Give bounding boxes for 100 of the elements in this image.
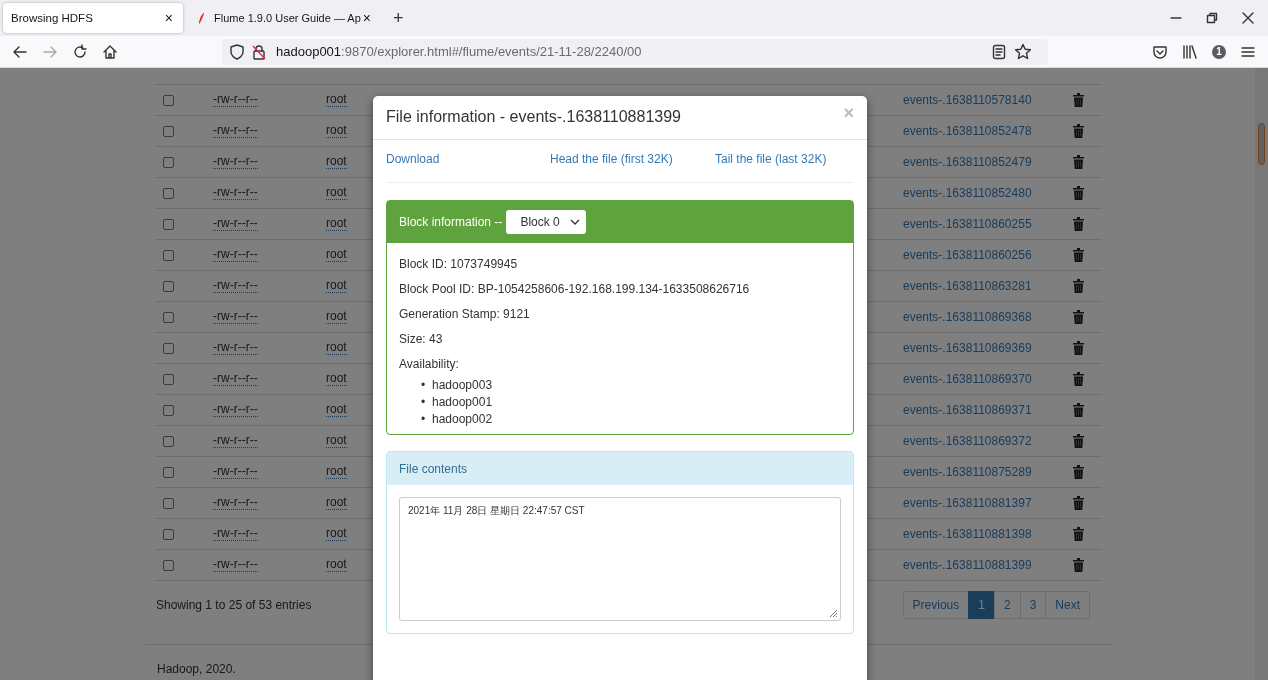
permission-text: -rw-r--r-- [213, 248, 258, 262]
scrollbar[interactable] [1255, 68, 1268, 680]
row-checkbox[interactable] [163, 94, 174, 106]
row-checkbox[interactable] [163, 218, 174, 230]
browser-tab[interactable]: Browsing HDFS × [3, 3, 183, 33]
file-name-link[interactable]: events-.1638110852479 [903, 155, 1032, 169]
trash-icon[interactable] [1073, 217, 1084, 231]
permission-text: -rw-r--r-- [213, 341, 258, 355]
owner-text: root [326, 155, 347, 169]
file-name-link[interactable]: events-.1638110852478 [903, 124, 1032, 138]
reload-icon[interactable] [72, 43, 88, 60]
owner-text: root [326, 496, 347, 510]
trash-icon[interactable] [1073, 465, 1084, 479]
trash-icon[interactable] [1073, 310, 1084, 324]
file-name-link[interactable]: events-.1638110869371 [903, 403, 1032, 417]
file-name-link[interactable]: events-.1638110578140 [903, 93, 1032, 107]
trash-icon[interactable] [1073, 341, 1084, 355]
close-icon[interactable] [1242, 12, 1254, 24]
row-checkbox[interactable] [163, 528, 174, 540]
file-contents-area[interactable]: 2021年 11月 28日 星期日 22:47:57 CST [399, 497, 841, 621]
row-checkbox[interactable] [163, 249, 174, 261]
restore-icon[interactable] [1206, 12, 1218, 24]
permission-text: -rw-r--r-- [213, 434, 258, 448]
row-checkbox[interactable] [163, 373, 174, 385]
owner-text: root [326, 465, 347, 479]
file-name-link[interactable]: events-.1638110869370 [903, 372, 1032, 386]
owner-text: root [326, 124, 347, 138]
permission-text: -rw-r--r-- [213, 372, 258, 386]
file-name-link[interactable]: events-.1638110875289 [903, 465, 1032, 479]
owner-text: root [326, 403, 347, 417]
chevron-down-icon [569, 219, 580, 225]
block-select[interactable]: Block 0 [506, 210, 586, 234]
close-tab-button[interactable]: × [360, 10, 373, 26]
action-link[interactable]: Head the file (first 32K) [550, 152, 673, 166]
file-name-link[interactable]: events-.1638110869368 [903, 310, 1032, 324]
close-button[interactable]: × [843, 102, 854, 124]
block-field: Block Pool ID: BP-1054258606-192.168.199.134-1633508626716 [399, 277, 841, 302]
permission-text: -rw-r--r-- [213, 279, 258, 293]
row-checkbox[interactable] [163, 466, 174, 478]
page-button[interactable]: 2 [993, 591, 1021, 619]
browser-tab[interactable]: Flume 1.9.0 User Guide — Ap× [189, 3, 381, 33]
file-name-link[interactable]: events-.1638110860256 [903, 248, 1032, 262]
trash-icon[interactable] [1073, 372, 1084, 386]
availability-label: Availability: [399, 356, 460, 373]
action-link[interactable]: Download [386, 152, 440, 166]
row-checkbox[interactable] [163, 156, 174, 168]
file-name-link[interactable]: events-.1638110860255 [903, 217, 1032, 231]
trash-icon[interactable] [1073, 527, 1084, 541]
resize-grip-icon[interactable] [829, 609, 838, 618]
action-link[interactable]: Tail the file (last 32K) [715, 152, 827, 166]
row-checkbox[interactable] [163, 280, 174, 292]
trash-icon[interactable] [1073, 155, 1084, 169]
insecure-lock-icon [252, 43, 266, 60]
trash-icon[interactable] [1073, 248, 1084, 262]
row-checkbox[interactable] [163, 404, 174, 416]
pocket-icon[interactable] [1152, 43, 1168, 60]
trash-icon[interactable] [1073, 279, 1084, 293]
file-name-link[interactable]: events-.1638110869369 [903, 341, 1032, 355]
page-button[interactable]: 1 [968, 591, 995, 619]
row-checkbox[interactable] [163, 311, 174, 323]
file-name-link[interactable]: events-.1638110881399 [903, 558, 1032, 572]
trash-icon[interactable] [1073, 434, 1084, 448]
footer-text: Hadoop, 2020. [157, 662, 236, 676]
owner-text: root [326, 279, 347, 293]
permission-text: -rw-r--r-- [213, 124, 258, 138]
address-bar[interactable]: hadoop001:9870/explorer.html#/flume/events/21-11-28/2240/00 [222, 38, 1048, 65]
row-checkbox[interactable] [163, 497, 174, 509]
close-tab-button[interactable]: × [162, 10, 175, 26]
block-field: Size: 43 [399, 327, 841, 352]
reader-view-icon[interactable] [992, 43, 1006, 60]
owner-text: root [326, 341, 347, 355]
account-badge[interactable]: 1 [1212, 44, 1226, 59]
row-checkbox[interactable] [163, 187, 174, 199]
file-name-link[interactable]: events-.1638110881398 [903, 527, 1032, 541]
permission-text: -rw-r--r-- [213, 465, 258, 479]
new-tab-button[interactable]: + [389, 7, 408, 29]
star-icon[interactable] [1014, 42, 1032, 61]
page-button[interactable]: Next [1045, 591, 1090, 619]
file-name-link[interactable]: events-.1638110852480 [903, 186, 1032, 200]
file-name-link[interactable]: events-.1638110863281 [903, 279, 1032, 293]
trash-icon[interactable] [1073, 93, 1084, 107]
owner-text: root [326, 248, 347, 262]
trash-icon[interactable] [1073, 186, 1084, 200]
trash-icon[interactable] [1073, 496, 1084, 510]
trash-icon[interactable] [1073, 558, 1084, 572]
row-checkbox[interactable] [163, 342, 174, 354]
row-checkbox[interactable] [163, 435, 174, 447]
home-icon[interactable] [102, 43, 118, 60]
file-name-link[interactable]: events-.1638110869372 [903, 434, 1032, 448]
file-name-link[interactable]: events-.1638110881397 [903, 496, 1032, 510]
shield-icon [230, 43, 244, 60]
library-icon[interactable] [1182, 43, 1198, 60]
panel-title: Block information -- [399, 215, 503, 229]
row-checkbox[interactable] [163, 559, 174, 571]
trash-icon[interactable] [1073, 403, 1084, 417]
permission-text: -rw-r--r-- [213, 217, 258, 231]
page-button[interactable]: 3 [1019, 591, 1047, 619]
url-text[interactable]: hadoop001:9870/explorer.html#/flume/events/21-11-28/2240/00 [276, 44, 642, 59]
trash-icon[interactable] [1073, 124, 1084, 138]
row-checkbox[interactable] [163, 125, 174, 137]
